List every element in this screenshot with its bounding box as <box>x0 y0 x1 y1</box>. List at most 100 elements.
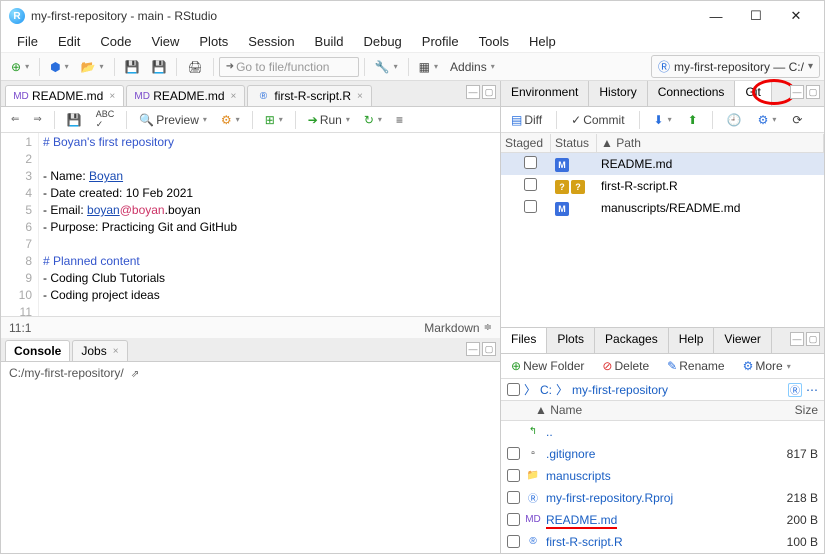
preview-button[interactable]: 🔍Preview <box>134 110 212 130</box>
tab-rscript[interactable]: ®first-R-script.R× <box>247 85 372 106</box>
close-icon[interactable]: × <box>231 91 237 102</box>
more-button[interactable]: ⚙More <box>738 356 796 376</box>
knit-options-button[interactable]: ⚙ <box>216 110 245 130</box>
menu-build[interactable]: Build <box>305 32 354 51</box>
tools-button[interactable]: 🔧 <box>370 57 403 77</box>
file-checkbox[interactable] <box>507 469 520 482</box>
maximize-pane-icon[interactable]: ▢ <box>806 85 820 99</box>
minimize-button[interactable]: — <box>696 2 736 30</box>
addins-button[interactable]: Addins <box>445 57 500 77</box>
tab-packages[interactable]: Packages <box>595 328 669 353</box>
diff-button[interactable]: ▤Diff <box>506 110 547 130</box>
console[interactable]: C:/my-first-repository/ ⇗ <box>1 362 500 553</box>
cursor-position: 11:1 <box>9 321 31 335</box>
file-checkbox[interactable] <box>507 447 520 460</box>
file-row[interactable]: Ⓡmy-first-repository.Rproj218 B <box>501 487 824 509</box>
refresh-button[interactable]: ⟳ <box>787 110 807 130</box>
menu-plots[interactable]: Plots <box>189 32 238 51</box>
menu-view[interactable]: View <box>141 32 189 51</box>
open-file-button[interactable]: 📂 <box>76 57 109 77</box>
tab-environment[interactable]: Environment <box>501 81 589 106</box>
spellcheck-button[interactable]: ABC✓ <box>91 106 120 133</box>
file-row[interactable]: ▫.gitignore817 B <box>501 443 824 465</box>
tab-readme-1[interactable]: MDREADME.md× <box>5 85 124 106</box>
tab-connections[interactable]: Connections <box>648 81 736 106</box>
git-row[interactable]: ?? first-R-script.R <box>501 175 824 197</box>
menu-session[interactable]: Session <box>238 32 304 51</box>
close-button[interactable]: ✕ <box>776 2 816 30</box>
menu-file[interactable]: File <box>7 32 48 51</box>
save-source-button[interactable]: 💾 <box>62 110 87 130</box>
save-all-button[interactable]: 💾 <box>147 57 172 77</box>
minimize-pane-icon[interactable]: — <box>790 85 804 99</box>
tab-viewer[interactable]: Viewer <box>714 328 771 353</box>
back-button[interactable]: ⇐ <box>6 111 24 128</box>
git-row[interactable]: M manuscripts/README.md <box>501 197 824 219</box>
outline-button[interactable]: ≡ <box>391 110 408 130</box>
print-button[interactable]: 🖨 <box>182 57 207 77</box>
push-button[interactable]: ⬆ <box>683 110 703 130</box>
menu-help[interactable]: Help <box>519 32 566 51</box>
rerun-button[interactable]: ↻ <box>359 110 387 130</box>
more-icon[interactable]: ⋯ <box>806 383 818 397</box>
tab-help[interactable]: Help <box>669 328 715 353</box>
new-file-button[interactable]: ⊕ <box>6 57 34 77</box>
file-row[interactable]: 📁manuscripts <box>501 465 824 487</box>
git-more-button[interactable]: ⚙ <box>753 110 782 130</box>
project-button[interactable]: Ⓡmy-first-repository — C:/▾ <box>651 55 820 78</box>
menu-tools[interactable]: Tools <box>469 32 519 51</box>
tab-plots[interactable]: Plots <box>547 328 595 353</box>
tab-console[interactable]: Console <box>5 340 70 361</box>
window-title: my-first-repository - main - RStudio <box>31 9 696 23</box>
close-icon[interactable]: × <box>357 91 363 102</box>
file-row[interactable]: ↰.. <box>501 421 824 443</box>
tab-files[interactable]: Files <box>501 328 547 353</box>
menu-profile[interactable]: Profile <box>412 32 469 51</box>
stage-checkbox[interactable] <box>524 156 537 169</box>
forward-button[interactable]: ⇒ <box>28 111 46 128</box>
new-folder-button[interactable]: ⊕New Folder <box>506 356 589 376</box>
console-tabs: Console Jobs× —▢ <box>1 338 500 362</box>
menu-edit[interactable]: Edit <box>48 32 90 51</box>
history-button[interactable]: 🕘 <box>722 110 747 130</box>
new-project-button[interactable]: ⬢ <box>45 57 74 77</box>
menu-code[interactable]: Code <box>90 32 141 51</box>
delete-button[interactable]: ⊘Delete <box>597 356 654 376</box>
minimize-pane-icon[interactable]: — <box>790 332 804 346</box>
file-checkbox[interactable] <box>507 491 520 504</box>
grid-button[interactable]: ▦ <box>414 57 443 77</box>
file-checkbox[interactable] <box>507 513 520 526</box>
maximize-pane-icon[interactable]: ▢ <box>806 332 820 346</box>
git-toolbar: ▤Diff ✓Commit ⬇ ⬆ 🕘 ⚙ ⟳ <box>501 107 824 133</box>
maximize-button[interactable]: ☐ <box>736 2 776 30</box>
save-button[interactable]: 💾 <box>120 57 145 77</box>
run-button[interactable]: ➔Run <box>303 110 355 130</box>
files-toolbar: ⊕New Folder ⊘Delete ✎Rename ⚙More <box>501 354 824 380</box>
maximize-pane-icon[interactable]: ▢ <box>482 85 496 99</box>
minimize-pane-icon[interactable]: — <box>466 85 480 99</box>
goto-file-input[interactable]: ➜ Go to file/function <box>219 57 359 77</box>
stage-checkbox[interactable] <box>524 178 537 191</box>
minimize-pane-icon[interactable]: — <box>466 342 480 356</box>
pull-button[interactable]: ⬇ <box>649 110 677 130</box>
file-type-selector[interactable]: Markdown <box>424 321 479 335</box>
file-row[interactable]: ®first-R-script.R100 B <box>501 531 824 553</box>
file-row[interactable]: MDREADME.md200 B <box>501 509 824 531</box>
maximize-pane-icon[interactable]: ▢ <box>482 342 496 356</box>
close-icon[interactable]: × <box>109 91 115 102</box>
tab-jobs[interactable]: Jobs× <box>72 340 127 361</box>
git-row[interactable]: M README.md <box>501 153 824 175</box>
commit-button[interactable]: ✓Commit <box>566 110 629 130</box>
stage-checkbox[interactable] <box>524 200 537 213</box>
file-checkbox[interactable] <box>507 535 520 548</box>
tab-history[interactable]: History <box>589 81 647 106</box>
select-all-checkbox[interactable] <box>507 383 520 396</box>
breadcrumb[interactable]: 〉C:〉my-first-repository Ⓡ ⋯ <box>501 379 824 401</box>
chunk-button[interactable]: ⊞ <box>260 110 288 130</box>
rproj-icon[interactable]: Ⓡ <box>788 383 802 397</box>
tab-git[interactable]: Git <box>735 81 771 106</box>
tab-readme-2[interactable]: MDREADME.md× <box>126 85 245 106</box>
rename-button[interactable]: ✎Rename <box>662 356 729 376</box>
menu-debug[interactable]: Debug <box>353 32 411 51</box>
code-editor[interactable]: 1234567891011 # Boyan's first repository… <box>1 133 500 316</box>
